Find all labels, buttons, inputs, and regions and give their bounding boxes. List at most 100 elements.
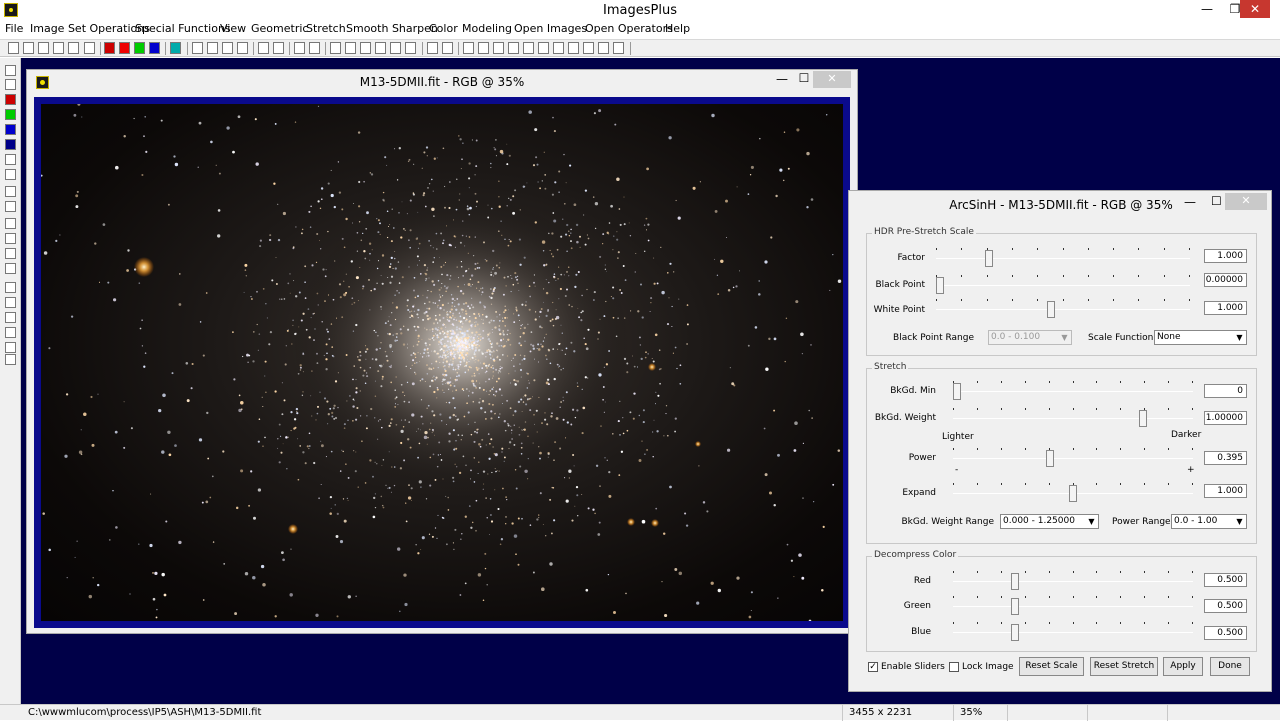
bkgd-weight-value[interactable]: 1.00000 <box>1204 411 1247 425</box>
reset-stretch-button[interactable]: Reset Stretch <box>1090 657 1158 676</box>
chevron-down-icon[interactable]: ▼ <box>1233 331 1246 344</box>
zoom-in-icon[interactable] <box>463 42 474 54</box>
dialog-minimize-button[interactable]: — <box>1184 195 1196 209</box>
enable-sliders-label[interactable]: Enable Sliders <box>881 662 945 672</box>
close-file-icon[interactable] <box>53 42 64 54</box>
slider-thumb[interactable] <box>985 250 993 267</box>
copy-icon[interactable] <box>5 354 16 365</box>
zoom-plus-icon[interactable] <box>523 42 534 54</box>
slider-track[interactable] <box>953 632 1193 633</box>
slider-thumb[interactable] <box>1011 624 1019 641</box>
menu-stretch[interactable]: Stretch <box>306 22 346 35</box>
slider-thumb[interactable] <box>1139 410 1147 427</box>
image-window[interactable]: M13-5DMII.fit - RGB @ 35% — ☐ ✕ <box>26 69 858 634</box>
expand-value[interactable]: 1.000 <box>1204 484 1247 498</box>
redo-all-icon[interactable] <box>237 42 248 54</box>
slider-thumb[interactable] <box>953 383 961 400</box>
red-value[interactable]: 0.500 <box>1204 573 1247 587</box>
slider-track[interactable] <box>953 391 1193 392</box>
save-icon[interactable] <box>38 42 49 54</box>
menu-open-operators[interactable]: Open Operators <box>585 22 673 35</box>
line-icon[interactable] <box>294 42 305 54</box>
levels-icon[interactable] <box>345 42 356 54</box>
edit-icon[interactable] <box>5 201 16 212</box>
arrow-up-icon[interactable] <box>5 297 16 308</box>
lock-image-label[interactable]: Lock Image <box>962 662 1014 672</box>
image-window-close-button[interactable]: ✕ <box>813 71 851 88</box>
menu-modeling[interactable]: Modeling <box>462 22 512 35</box>
menu-file[interactable]: File <box>5 22 23 35</box>
image-window-maximize-button[interactable]: ☐ <box>793 71 815 85</box>
frame-icon[interactable] <box>5 218 16 229</box>
dark-blue-icon[interactable] <box>5 139 16 150</box>
zoom-out-icon[interactable] <box>478 42 489 54</box>
window-icon[interactable] <box>553 42 564 54</box>
image-window-title-bar[interactable]: M13-5DMII.fit - RGB @ 35% — ☐ ✕ <box>27 70 857 94</box>
green-icon[interactable] <box>134 42 145 54</box>
image-window-minimize-button[interactable]: — <box>771 72 793 86</box>
slider-thumb[interactable] <box>1046 450 1054 467</box>
blue-icon[interactable] <box>5 124 16 135</box>
chevron-down-icon[interactable]: ▼ <box>1085 515 1098 528</box>
zoom-actual-icon[interactable] <box>508 42 519 54</box>
curve-icon[interactable] <box>330 42 341 54</box>
close-button[interactable]: ✕ <box>1240 0 1270 18</box>
red-icon[interactable] <box>119 42 130 54</box>
camera-icon[interactable] <box>405 42 416 54</box>
dialog-maximize-button[interactable]: ☐ <box>1211 194 1222 208</box>
menu-smooth-sharpen[interactable]: Smooth Sharpen <box>346 22 438 35</box>
dot-icon[interactable] <box>273 42 284 54</box>
power-value[interactable]: 0.395 <box>1204 451 1247 465</box>
slider-track[interactable] <box>953 418 1193 419</box>
menu-special-functions[interactable]: Special Functions <box>135 22 231 35</box>
window-icon[interactable] <box>568 42 579 54</box>
calc-icon[interactable] <box>390 42 401 54</box>
redo-icon[interactable] <box>207 42 218 54</box>
open-folder-icon[interactable] <box>23 42 34 54</box>
slider-track[interactable] <box>953 458 1193 459</box>
undo-all-icon[interactable] <box>222 42 233 54</box>
reset-scale-button[interactable]: Reset Scale <box>1019 657 1084 676</box>
red-icon[interactable] <box>5 94 16 105</box>
enable-sliders-checkbox[interactable]: ✓ <box>868 662 878 672</box>
slider-thumb[interactable] <box>936 277 944 294</box>
arcsinh-dialog[interactable]: ArcSinH - M13-5DMII.fit - RGB @ 35% — ☐ … <box>848 190 1272 692</box>
blue-icon[interactable] <box>149 42 160 54</box>
slider-thumb[interactable] <box>1047 301 1055 318</box>
move-icon[interactable] <box>5 282 16 293</box>
green-icon[interactable] <box>5 109 16 120</box>
crop-icon[interactable] <box>5 233 16 244</box>
menu-image-set-operations[interactable]: Image Set Operations <box>30 22 150 35</box>
zoom-minus-icon[interactable] <box>538 42 549 54</box>
arrow-right-icon[interactable] <box>5 312 16 323</box>
scale-function-select[interactable]: None ▼ <box>1154 330 1247 345</box>
factor-value[interactable]: 1.000 <box>1204 249 1247 263</box>
white-point-value[interactable]: 1.000 <box>1204 301 1247 315</box>
grid-icon[interactable] <box>170 42 181 54</box>
done-button[interactable]: Done <box>1210 657 1250 676</box>
plus-icon[interactable] <box>360 42 371 54</box>
apply-button[interactable]: Apply <box>1163 657 1203 676</box>
window-icon[interactable] <box>598 42 609 54</box>
slider-thumb[interactable] <box>1011 573 1019 590</box>
astro-image[interactable] <box>41 104 843 621</box>
window-icon[interactable] <box>583 42 594 54</box>
black-icon[interactable] <box>5 79 16 90</box>
slider-track[interactable] <box>936 258 1190 259</box>
slider-track[interactable] <box>953 606 1193 607</box>
rotate-left-icon[interactable] <box>5 327 16 338</box>
point-icon[interactable] <box>258 42 269 54</box>
minimize-button[interactable]: — <box>1192 0 1222 21</box>
undo-icon[interactable] <box>192 42 203 54</box>
black-point-value[interactable]: 0.00000 <box>1204 273 1247 287</box>
rotate-right-icon[interactable] <box>5 342 16 353</box>
contrast-icon[interactable] <box>5 248 16 259</box>
mask-icon[interactable] <box>5 186 16 197</box>
save-icon[interactable] <box>5 65 16 76</box>
print-icon[interactable] <box>84 42 95 54</box>
layer-icon[interactable] <box>5 169 16 180</box>
bkgd-weight-range-select[interactable]: 0.000 - 1.25000 ▼ <box>1000 514 1099 529</box>
menu-open-images[interactable]: Open Images <box>514 22 587 35</box>
bkgd-min-value[interactable]: 0 <box>1204 384 1247 398</box>
menu-view[interactable]: View <box>220 22 246 35</box>
